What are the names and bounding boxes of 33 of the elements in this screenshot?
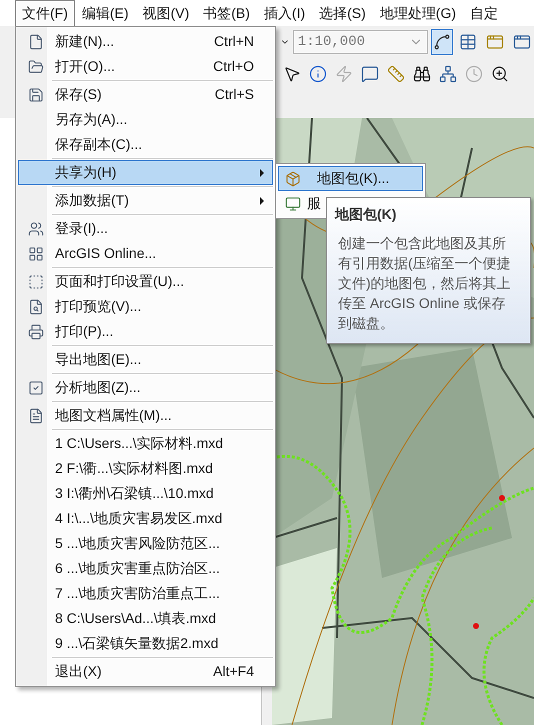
menu-item-label: 另存为(A)... xyxy=(55,110,128,129)
menu-item-label: ArcGIS Online... xyxy=(55,244,156,263)
menu-item-label: 登录(I)... xyxy=(55,219,108,238)
menu-item-label: 地图包(K)... xyxy=(317,169,390,188)
shortcut-text: Alt+F4 xyxy=(213,662,254,681)
tooltip-text: 创建一个包含此地图及其所有引用数据(压缩至一个便捷文件)的地图包，然后将其上传至 ArcGIS Online 或保存到磁盘。 xyxy=(337,234,512,333)
menu-item-label: 共享为(H) xyxy=(55,163,116,182)
menu-item-label: 退出(X) xyxy=(55,662,102,681)
menu-item-label: 导出地图(E)... xyxy=(55,350,142,369)
menu-item-label: 分析地图(Z)... xyxy=(55,378,141,397)
menu-item-label: 打印预览(V)... xyxy=(55,297,142,316)
menu-item-label: 9 ...\石梁镇矢量数据2.mxd xyxy=(55,634,218,653)
menu-item-label: 7 ...\地质灾害防治重点工... xyxy=(55,584,220,603)
menu-item-label: 5 ...\地质灾害风险防范区... xyxy=(55,534,220,553)
menu-item-label: 打开(O)... xyxy=(55,57,115,76)
menu-item-label: 服 xyxy=(307,194,321,213)
menu-item-label: 2 F:\衢...\实际材料图.mxd xyxy=(55,459,213,478)
menu-item-label: 3 I:\衢州\石梁镇...\10.mxd xyxy=(55,484,214,503)
menu-item-label: 新建(N)... xyxy=(55,32,114,51)
shortcut-text: Ctrl+S xyxy=(214,85,254,104)
menu-item-label: 地图文档属性(M)... xyxy=(55,406,172,425)
shortcut-text: Ctrl+N xyxy=(214,32,254,51)
menu-item-label: 保存副本(C)... xyxy=(55,135,142,154)
menu-item-label: 6 ...\地质灾害重点防治区... xyxy=(55,559,220,578)
menu-item-label: 打印(P)... xyxy=(55,322,114,341)
menu-item-label: 1 C:\Users...\实际材料.mxd xyxy=(55,434,224,453)
tooltip-title: 地图包(K) xyxy=(335,205,398,224)
menu-item-label: 保存(S) xyxy=(55,85,102,104)
menu-item-label: 页面和打印设置(U)... xyxy=(55,272,184,291)
menu-item-label: 添加数据(T) xyxy=(55,191,129,210)
shortcut-text: Ctrl+O xyxy=(213,57,254,76)
menu-item-label: 8 C:\Users\Ad...\填表.mxd xyxy=(55,609,216,628)
menu-item-label: 4 I:\...\地质灾害易发区.mxd xyxy=(55,509,222,528)
